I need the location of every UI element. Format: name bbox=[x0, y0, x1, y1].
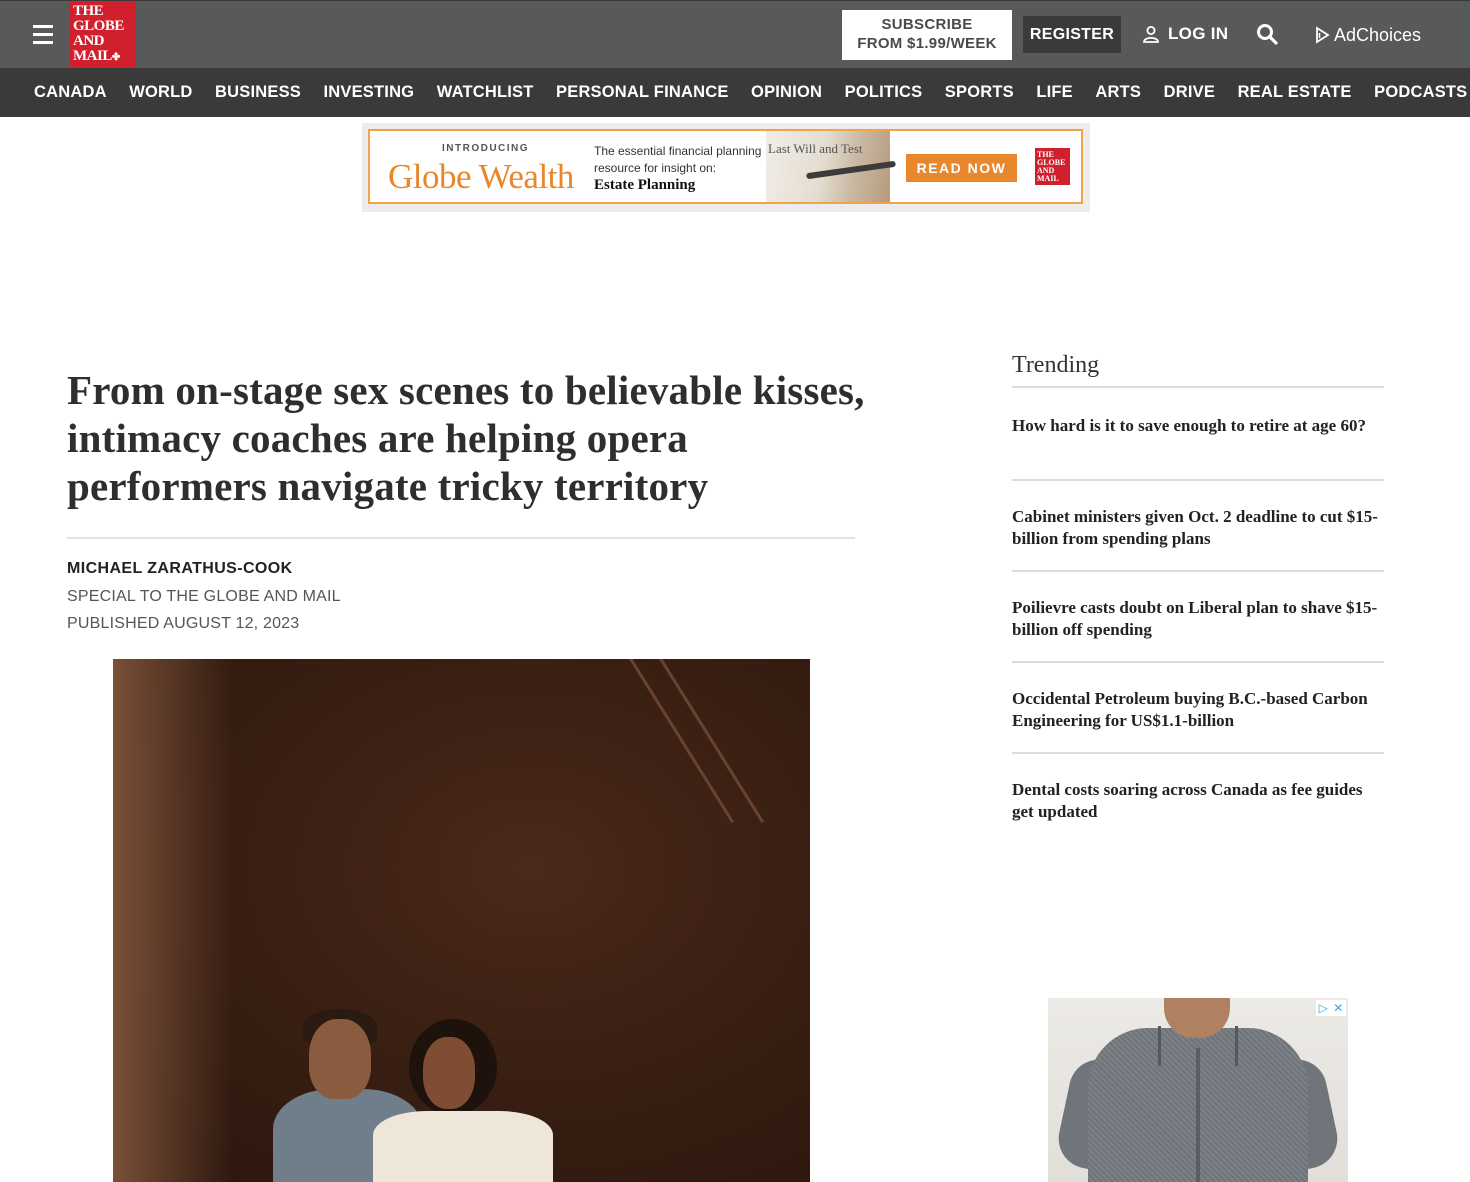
subscribe-button[interactable]: SUBSCRIBE FROM $1.99/WEEK bbox=[842, 10, 1012, 60]
adchoices-icon[interactable]: ▷ bbox=[1319, 1001, 1328, 1015]
nav-item-personal-finance[interactable]: PERSONAL FINANCE bbox=[556, 83, 729, 102]
performer-female-head bbox=[423, 1037, 475, 1109]
performer-female-dress bbox=[373, 1111, 553, 1182]
adchoices-icon bbox=[1316, 26, 1330, 44]
login-button[interactable]: LOG IN bbox=[1142, 21, 1228, 47]
trending-heading: Trending bbox=[1012, 352, 1100, 378]
subscribe-label: SUBSCRIBE bbox=[881, 16, 973, 33]
close-icon[interactable]: ✕ bbox=[1333, 1001, 1343, 1015]
author-affiliation: SPECIAL TO THE GLOBE AND MAIL bbox=[67, 588, 341, 605]
login-label: LOG IN bbox=[1168, 24, 1229, 43]
nav-item-drive[interactable]: DRIVE bbox=[1164, 83, 1215, 102]
register-button[interactable]: REGISTER bbox=[1023, 16, 1121, 53]
trending-item[interactable]: Cabinet ministers given Oct. 2 deadline … bbox=[1012, 481, 1384, 572]
search-icon[interactable] bbox=[1256, 23, 1278, 45]
published-date: PUBLISHED AUGUST 12, 2023 bbox=[67, 615, 300, 632]
maple-leaf-icon: ✤ bbox=[111, 52, 120, 63]
trending-link[interactable]: Dental costs soaring across Canada as fe… bbox=[1012, 779, 1384, 823]
stage-rope bbox=[644, 659, 765, 824]
adchoices-link[interactable]: AdChoices bbox=[1314, 22, 1421, 48]
trending-item[interactable]: Occidental Petroleum buying B.C.-based C… bbox=[1012, 663, 1384, 754]
adchoices-label: AdChoices bbox=[1334, 25, 1422, 45]
ad-intro-text: INTRODUCING bbox=[442, 143, 530, 154]
ad-globe-logo: THE GLOBE AND MAIL bbox=[1035, 148, 1070, 185]
nav-item-opinion[interactable]: OPINION bbox=[751, 83, 822, 102]
nav-item-watchlist[interactable]: WATCHLIST bbox=[437, 83, 534, 102]
trending-item[interactable]: Poilievre casts doubt on Liberal plan to… bbox=[1012, 572, 1384, 663]
ad-description-line: The essential financial planning resourc… bbox=[594, 144, 762, 175]
nav-item-business[interactable]: BUSINESS bbox=[215, 83, 301, 102]
trending-divider bbox=[1012, 386, 1384, 388]
ad-topic: Estate Planning bbox=[594, 177, 696, 193]
section-nav: CANADA WORLD BUSINESS INVESTING WATCHLIS… bbox=[0, 68, 1470, 117]
nav-item-world[interactable]: WORLD bbox=[129, 83, 192, 102]
logo-line: MAIL bbox=[73, 48, 112, 64]
shirt-placket bbox=[1196, 1048, 1200, 1182]
subscribe-price: FROM $1.99/WEEK bbox=[857, 35, 997, 52]
top-bar: THE GLOBE AND MAIL✤ SUBSCRIBE FROM $1.99… bbox=[0, 0, 1470, 68]
nav-item-sports[interactable]: SPORTS bbox=[945, 83, 1014, 102]
article-hero-image[interactable] bbox=[113, 659, 810, 1182]
logo-line: GLOBE bbox=[73, 18, 124, 34]
ad-photo-text: Last Will and Test bbox=[768, 141, 863, 156]
globe-and-mail-logo[interactable]: THE GLOBE AND MAIL✤ bbox=[70, 2, 136, 68]
trending-item[interactable]: How hard is it to save enough to retire … bbox=[1012, 390, 1384, 481]
author-byline[interactable]: MICHAEL ZARATHUS-COOK bbox=[67, 560, 293, 578]
nav-item-politics[interactable]: POLITICS bbox=[845, 83, 923, 102]
user-icon bbox=[1143, 26, 1159, 43]
trending-link[interactable]: How hard is it to save enough to retire … bbox=[1012, 415, 1384, 437]
globe-wealth-banner-ad[interactable]: INTRODUCING Globe Wealth The essential f… bbox=[368, 129, 1083, 204]
nav-item-real-estate[interactable]: REAL ESTATE bbox=[1238, 83, 1352, 102]
trending-link[interactable]: Cabinet ministers given Oct. 2 deadline … bbox=[1012, 506, 1384, 550]
nav-item-canada[interactable]: CANADA bbox=[34, 83, 107, 102]
ad-brand-text: Globe Wealth bbox=[388, 157, 574, 196]
headline-divider bbox=[67, 537, 855, 539]
trending-list: How hard is it to save enough to retire … bbox=[1012, 390, 1384, 845]
ad-controls[interactable]: ▷ ✕ bbox=[1316, 1000, 1346, 1016]
article-headline: From on-stage sex scenes to believable k… bbox=[67, 367, 865, 509]
trending-link[interactable]: Poilievre casts doubt on Liberal plan to… bbox=[1012, 597, 1384, 641]
trending-item[interactable]: Dental costs soaring across Canada as fe… bbox=[1012, 754, 1384, 845]
ad-description: The essential financial planning resourc… bbox=[594, 143, 764, 194]
nav-item-life[interactable]: LIFE bbox=[1036, 83, 1073, 102]
ad-will-photo: Last Will and Test bbox=[766, 131, 896, 202]
read-now-button[interactable]: READ NOW bbox=[906, 154, 1017, 182]
logo-line: THE bbox=[73, 3, 104, 19]
nav-item-arts[interactable]: ARTS bbox=[1095, 83, 1141, 102]
nav-item-investing[interactable]: INVESTING bbox=[323, 83, 414, 102]
stage-light bbox=[113, 659, 233, 1182]
sidebar-shirt-ad[interactable]: ▷ ✕ bbox=[1048, 998, 1348, 1182]
logo-line: AND bbox=[73, 33, 105, 49]
ad-logo-line: MAIL bbox=[1037, 174, 1059, 183]
nav-item-podcasts[interactable]: PODCASTS bbox=[1374, 83, 1467, 102]
hamburger-menu-icon[interactable] bbox=[33, 25, 55, 45]
trending-link[interactable]: Occidental Petroleum buying B.C.-based C… bbox=[1012, 688, 1384, 732]
banner-ad-container: INTRODUCING Globe Wealth The essential f… bbox=[362, 123, 1090, 212]
performer-male-head bbox=[309, 1019, 371, 1099]
pen-image bbox=[806, 160, 896, 180]
